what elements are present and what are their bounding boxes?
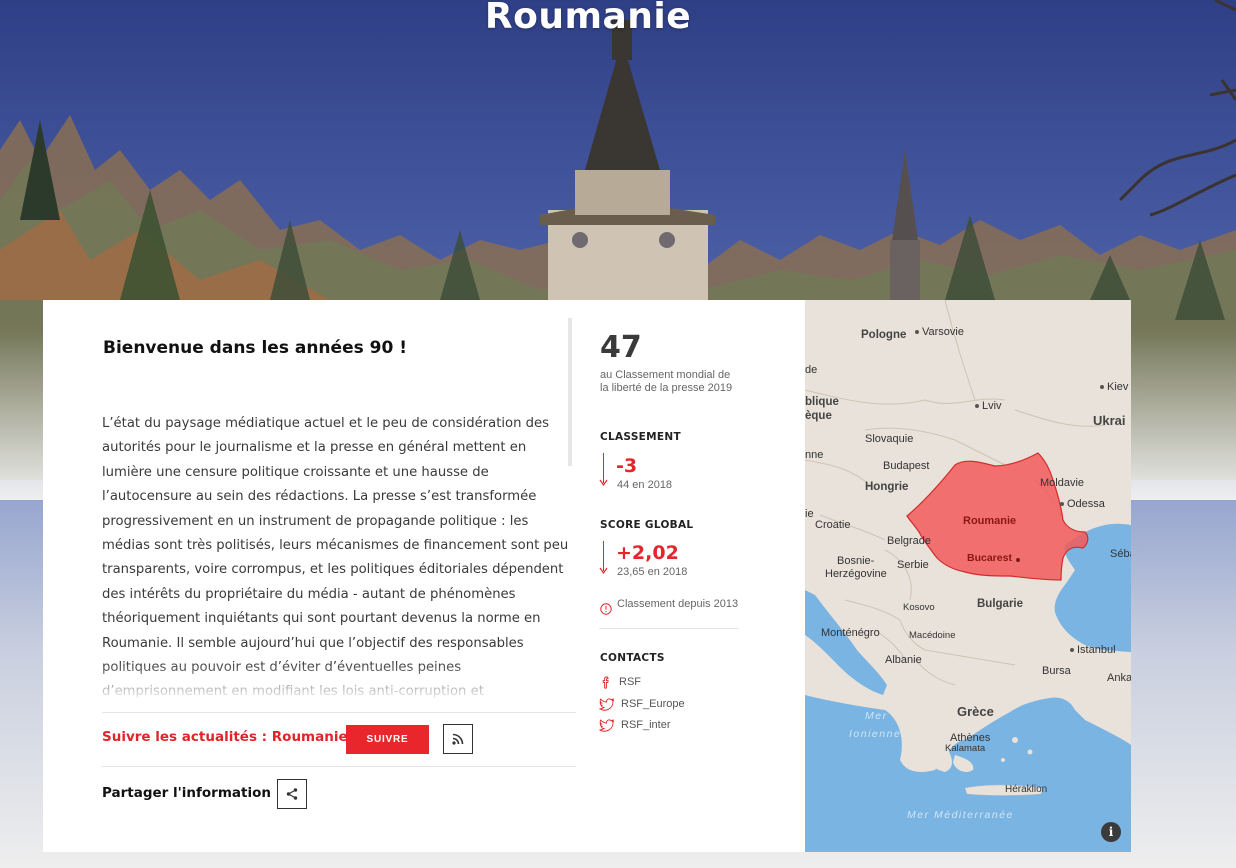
article-title: Bienvenue dans les années 90 ! bbox=[103, 338, 407, 358]
map-label: Macédoine bbox=[909, 630, 956, 641]
map-label-text: Lviv bbox=[982, 400, 1002, 412]
share-label: Partager l'information bbox=[102, 785, 271, 801]
map-label-text: Kiev bbox=[1107, 381, 1129, 393]
map-label: Monténégro bbox=[821, 627, 880, 639]
country-card: Bienvenue dans les années 90 ! L’état du… bbox=[43, 300, 805, 852]
map-label: Mer Méditerranée bbox=[907, 809, 1014, 821]
map-label: ie bbox=[805, 508, 814, 520]
contact-label: RSF_inter bbox=[621, 719, 671, 731]
map-label-text: Odessa bbox=[1067, 498, 1105, 510]
map-label: de bbox=[805, 364, 818, 376]
rss-icon bbox=[452, 733, 464, 745]
map-label: Bulgarie bbox=[977, 598, 1024, 610]
map-label: Ukrai bbox=[1093, 413, 1126, 428]
map-label: Hongrie bbox=[865, 481, 909, 493]
map-label-capital: Bucarest bbox=[967, 552, 1012, 564]
map-label-text: Istanbul bbox=[1077, 644, 1116, 656]
map-label-text: Varsovie bbox=[922, 326, 964, 338]
ranking-since: Classement depuis 2013 bbox=[617, 598, 739, 610]
map-label: Grèce bbox=[957, 704, 994, 719]
map-label: Budapest bbox=[883, 460, 930, 472]
rss-button[interactable] bbox=[443, 724, 473, 754]
map-label: Anka bbox=[1107, 672, 1131, 684]
share-icon bbox=[286, 788, 298, 800]
page-title: Roumanie bbox=[484, 0, 692, 37]
map-label: èque bbox=[805, 410, 832, 422]
classement-delta: -3 bbox=[616, 455, 638, 477]
score-title: SCORE GLOBAL bbox=[600, 519, 694, 531]
map-label: Pologne bbox=[861, 329, 907, 341]
arrow-head-icon bbox=[599, 479, 608, 487]
classement-title: CLASSEMENT bbox=[600, 431, 681, 443]
map-label: Mer bbox=[865, 710, 888, 722]
map-label: Varsovie bbox=[915, 326, 964, 338]
info-circle-icon bbox=[600, 603, 612, 615]
map-label: Istanbul bbox=[1070, 644, 1116, 656]
share-button[interactable] bbox=[277, 779, 307, 809]
twitter-icon bbox=[599, 698, 614, 711]
twitter-icon bbox=[599, 719, 614, 732]
map-label: Bursa bbox=[1042, 665, 1071, 677]
city-dot bbox=[1070, 648, 1074, 653]
city-dot bbox=[975, 404, 979, 409]
score-previous: 23,65 en 2018 bbox=[617, 566, 688, 578]
rank-caption: au Classement mondial de la liberté de l… bbox=[600, 369, 733, 394]
map-label: blique bbox=[805, 396, 839, 408]
map-label: Slovaquie bbox=[865, 433, 914, 445]
contact-label: RSF_Europe bbox=[621, 698, 685, 710]
map-label: Sébas bbox=[1110, 548, 1131, 560]
map-label: Bosnie- bbox=[837, 555, 875, 567]
follow-button[interactable]: SUIVRE bbox=[346, 725, 429, 754]
city-dot bbox=[915, 330, 919, 335]
map-label: Herzégovine bbox=[825, 568, 887, 580]
map-label: Héraklion bbox=[1005, 784, 1048, 795]
contacts-title: CONTACTS bbox=[600, 652, 665, 664]
map-label: Moldavie bbox=[1040, 477, 1085, 489]
map-label: Kosovo bbox=[903, 602, 935, 613]
map-label: Belgrade bbox=[887, 535, 932, 547]
follow-label: Suivre les actualités : Roumanie bbox=[102, 729, 348, 745]
arrow-head-icon bbox=[599, 567, 608, 575]
article-scrollbar[interactable] bbox=[568, 318, 572, 466]
map-label-romania: Roumanie bbox=[963, 515, 1017, 527]
map-label: Albanie bbox=[885, 654, 922, 666]
city-dot bbox=[1100, 385, 1104, 390]
map-label: Odessa bbox=[1060, 498, 1105, 510]
article-body: L’état du paysage médiatique actuel et l… bbox=[102, 416, 569, 698]
map-label: nne bbox=[805, 449, 824, 461]
divider bbox=[599, 628, 739, 629]
country-map[interactable]: Pologne Varsovie de blique èque Kiev Lvi… bbox=[805, 300, 1131, 852]
map-label: Kiev bbox=[1100, 381, 1128, 393]
divider bbox=[102, 712, 576, 713]
classement-previous: 44 en 2018 bbox=[617, 479, 673, 491]
city-dot bbox=[1060, 502, 1064, 507]
divider bbox=[102, 766, 576, 767]
info-icon[interactable]: i bbox=[1101, 822, 1121, 842]
map-label: Ionienne bbox=[849, 728, 902, 740]
contact-facebook[interactable]: RSF bbox=[599, 675, 641, 689]
contact-label: RSF bbox=[619, 676, 641, 688]
map-label: Serbie bbox=[897, 559, 929, 571]
map-label: Lviv bbox=[975, 400, 1002, 412]
map-label: Croatie bbox=[815, 519, 851, 531]
contact-twitter-europe[interactable]: RSF_Europe bbox=[599, 697, 685, 711]
contact-twitter-inter[interactable]: RSF_inter bbox=[599, 718, 671, 732]
score-delta: +2,02 bbox=[616, 542, 679, 564]
facebook-icon bbox=[602, 676, 609, 689]
article-fade bbox=[102, 662, 572, 702]
rank-number: 47 bbox=[600, 330, 642, 365]
map-label: Kalamata bbox=[945, 743, 986, 754]
